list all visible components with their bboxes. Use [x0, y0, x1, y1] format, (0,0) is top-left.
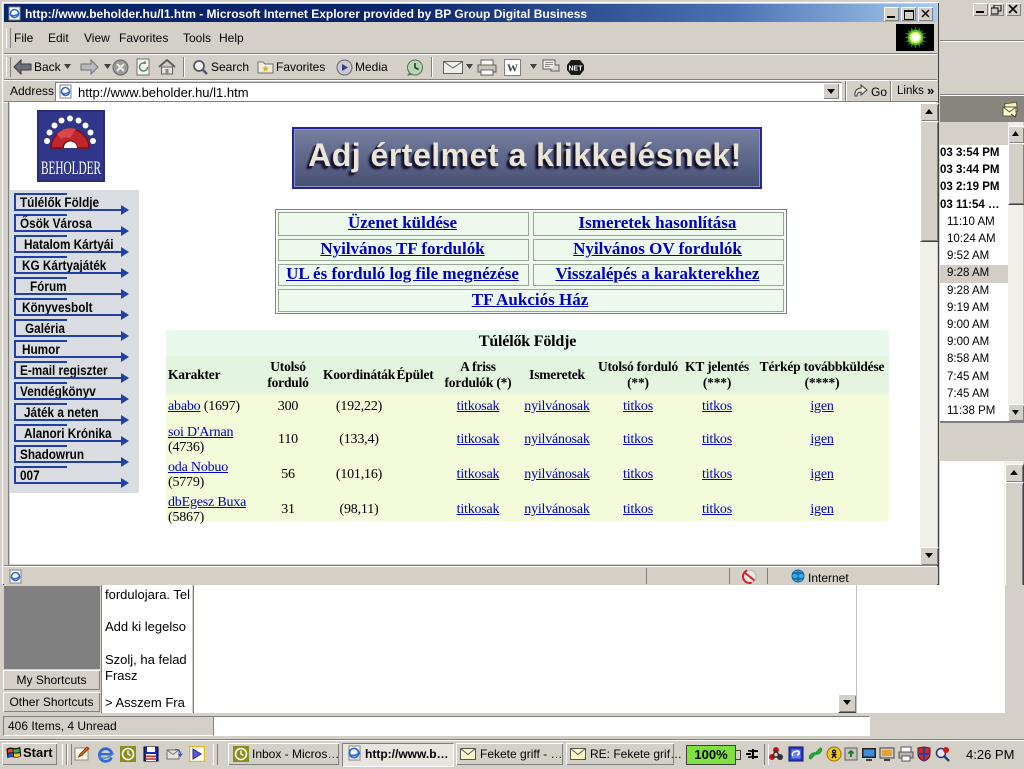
svg-text:W: W — [507, 63, 518, 75]
svg-text:NET: NET — [569, 66, 584, 73]
svg-text:BEHOLDER: BEHOLDER — [41, 157, 102, 178]
